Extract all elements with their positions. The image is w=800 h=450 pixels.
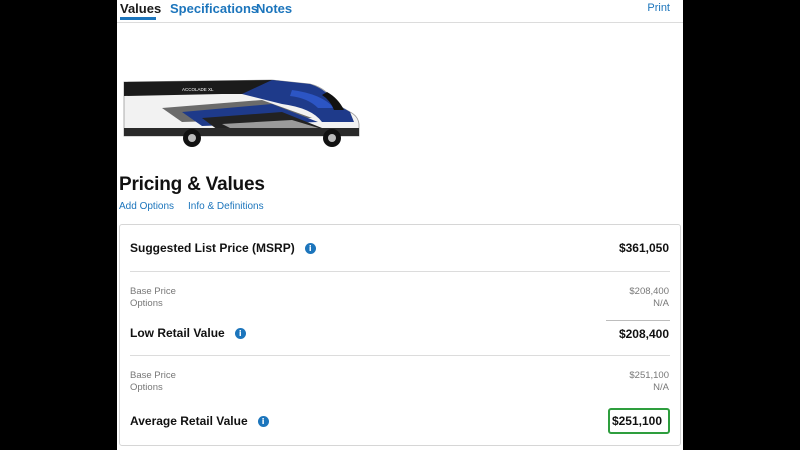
tab-notes[interactable]: Notes xyxy=(256,1,292,16)
avg-retail-info-icon[interactable]: i xyxy=(257,416,269,428)
low-options-value: N/A xyxy=(653,298,669,309)
divider xyxy=(130,355,670,356)
low-retail-label: Low Retail Value xyxy=(130,326,225,340)
avg-retail-label: Average Retail Value xyxy=(130,414,248,428)
avg-options-value: N/A xyxy=(653,382,669,393)
vehicle-image: ACCOLADE XL xyxy=(123,79,360,147)
msrp-info-icon[interactable]: i xyxy=(304,243,316,255)
subtotal-divider xyxy=(606,320,670,321)
tab-values[interactable]: Values xyxy=(120,1,161,16)
add-options-link[interactable]: Add Options xyxy=(119,201,174,212)
avg-options-label: Options xyxy=(130,382,163,393)
low-retail-value: $208,400 xyxy=(618,327,669,341)
print-link[interactable]: Print xyxy=(647,2,670,14)
page-title: Pricing & Values xyxy=(119,174,265,195)
avg-base-price-value: $251,100 xyxy=(629,370,669,381)
low-base-price-label: Base Price xyxy=(130,286,176,297)
msrp-label: Suggested List Price (MSRP) xyxy=(130,241,295,255)
tab-specifications[interactable]: Specifications xyxy=(170,1,258,16)
avg-retail-row: Average Retail Value i xyxy=(130,414,269,428)
avg-base-price-label: Base Price xyxy=(130,370,176,381)
tab-bar: Values Specifications Notes Print xyxy=(117,0,683,23)
msrp-value: $361,050 xyxy=(618,241,669,255)
svg-text:ACCOLADE XL: ACCOLADE XL xyxy=(182,87,214,92)
avg-retail-value: $251,100 xyxy=(611,414,662,428)
active-tab-indicator xyxy=(120,17,156,20)
divider xyxy=(130,271,670,272)
msrp-row: Suggested List Price (MSRP) i xyxy=(130,241,316,255)
info-definitions-link[interactable]: Info & Definitions xyxy=(188,201,264,212)
low-retail-row: Low Retail Value i xyxy=(130,326,246,340)
pricing-card: Suggested List Price (MSRP) i $361,050 Ba… xyxy=(119,224,681,446)
low-base-price-value: $208,400 xyxy=(629,286,669,297)
values-page: Values Specifications Notes Print ACCOLA… xyxy=(117,0,683,450)
low-retail-info-icon[interactable]: i xyxy=(234,328,246,340)
low-options-label: Options xyxy=(130,298,163,309)
